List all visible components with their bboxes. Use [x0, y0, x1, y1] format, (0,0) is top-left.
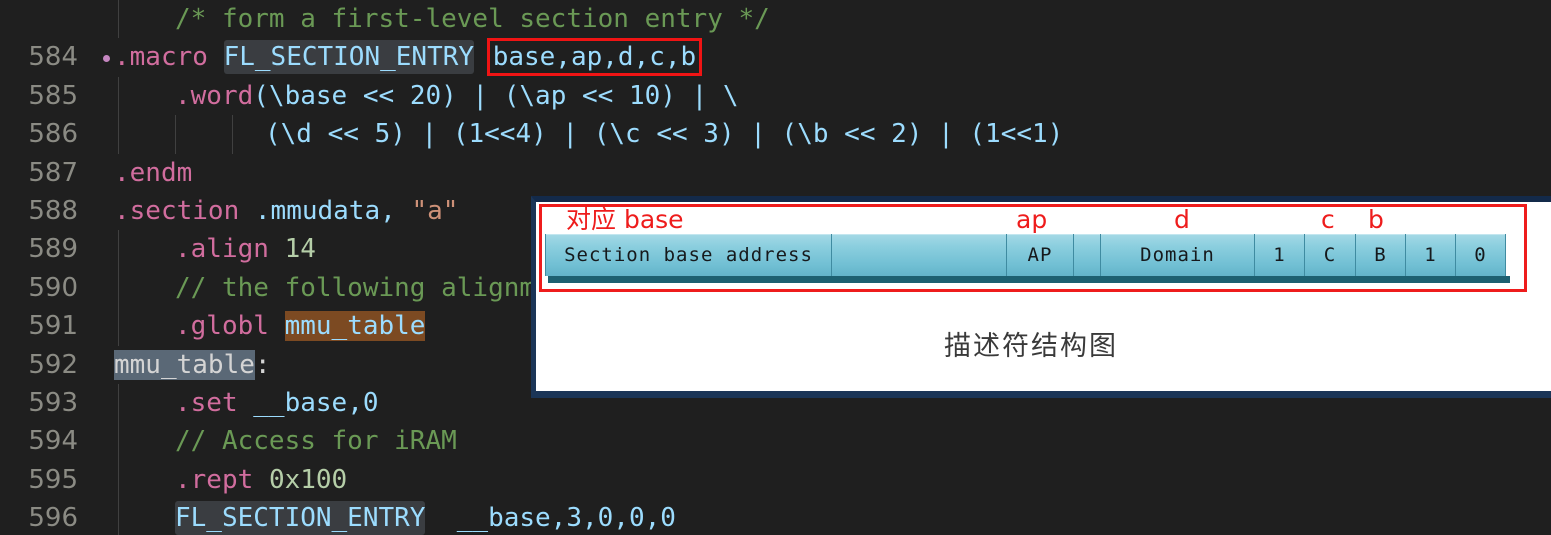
code-line-text: FL_SECTION_ENTRY __base,3,0,0,0	[175, 499, 676, 535]
code-line-588[interactable]: 588 .endm	[0, 154, 1551, 226]
cell-label: AP	[1027, 244, 1053, 266]
indent-guide	[118, 268, 119, 308]
red-label-ap: ap	[1016, 205, 1048, 234]
code-line-text: /* form a first-level section entry */	[175, 0, 770, 38]
indent-guide	[118, 499, 119, 535]
comment-token: // Access for iRAM	[175, 426, 457, 457]
indent-guide	[118, 230, 119, 269]
breakpoint-dot-icon[interactable]	[103, 55, 110, 63]
cell-label: B	[1374, 244, 1387, 266]
label-colon: :	[254, 349, 271, 380]
directive-endm: .endm	[114, 157, 193, 188]
cell-label: Domain	[1140, 244, 1215, 266]
indent-guide	[118, 307, 119, 346]
word-expression: (\base << 20) | (\ap << 10) | \	[253, 80, 739, 111]
indent-guide	[175, 115, 176, 154]
indent-guide	[118, 460, 119, 500]
directive-word: .word	[175, 80, 254, 111]
descriptor-cell-bit-1b: 1	[1406, 234, 1456, 276]
code-line-586[interactable]: 586 .word(\base << 20) | (\ap << 10) | \	[0, 76, 1551, 149]
label-mmu-table[interactable]: mmu_table	[114, 349, 255, 380]
descriptor-cell-empty-1	[832, 234, 1007, 276]
descriptor-cell-bit-0: 0	[1456, 234, 1506, 276]
code-line-text: (\d << 5) | (1<<4) | (\c << 3) | (\b << …	[265, 115, 1063, 153]
indent-guide	[118, 384, 119, 423]
code-line-587[interactable]: 587 (\d << 5) | (1<<4) | (\c << 3) | (\b…	[0, 115, 1551, 188]
directive-rept: .rept	[175, 464, 254, 495]
set-expression: __base,0	[253, 388, 379, 418]
descriptor-cell-c: C	[1305, 234, 1356, 276]
directive-set: .set	[175, 388, 238, 418]
descriptor-cell-b: B	[1356, 234, 1406, 276]
code-line-text: .align 14	[175, 230, 316, 268]
indent-guide	[118, 76, 119, 116]
descriptor-cell-domain: Domain	[1101, 234, 1255, 276]
section-flags: "a"	[411, 196, 459, 226]
symbol-mmu-table-occurrence[interactable]: mmu_table	[284, 311, 426, 342]
descriptor-cell-bit-1a: 1	[1255, 234, 1305, 276]
indent-guide	[232, 115, 233, 154]
directive-macro: .macro	[114, 42, 208, 73]
code-line-text: mmu_table:	[114, 346, 271, 384]
cell-label: Section base address	[564, 244, 813, 266]
word-expression-cont: (\d << 5) | (1<<4) | (\c << 3) | (\b << …	[265, 119, 1064, 150]
code-line-text: .word(\base << 20) | (\ap << 10) | \	[175, 77, 739, 115]
red-label-c: c	[1321, 205, 1335, 234]
section-name: .mmudata,	[254, 196, 396, 226]
screenshot-root: 584 /* form a first-level section entry …	[0, 0, 1551, 535]
descriptor-field-row: Section base address AP Domain 1 C B 1 0	[545, 234, 1506, 276]
descriptor-cell-empty-2	[1074, 234, 1101, 276]
directive-section: .section	[114, 196, 240, 226]
red-label-base: 对应 base	[566, 205, 684, 234]
code-line-text: .macro FL_SECTION_ENTRY base,ap,d,c,b	[114, 38, 703, 77]
code-line-595[interactable]: 595 // Access for iRAM	[0, 422, 1551, 495]
descriptor-row-shadow	[548, 276, 1510, 283]
code-line-text: .set __base,0	[175, 384, 379, 422]
descriptor-cell-ap: AP	[1007, 234, 1074, 276]
code-line-text: .endm	[114, 154, 192, 192]
macro-invocation-FL_SECTION_ENTRY[interactable]: FL_SECTION_ENTRY	[175, 501, 426, 535]
code-line-text: .rept 0x100	[175, 461, 347, 499]
align-value: 14	[284, 234, 316, 265]
rept-count: 0x100	[268, 464, 348, 495]
red-label-d: d	[1174, 205, 1190, 234]
code-line-596[interactable]: 596 .rept 0x100	[0, 460, 1551, 533]
directive-align: .align	[175, 234, 269, 265]
directive-globl: .globl	[175, 311, 269, 342]
cell-label: 1	[1424, 244, 1437, 266]
code-line-585[interactable]: 585 .macro FL_SECTION_ENTRY base,ap,d,c,…	[0, 38, 1551, 111]
comment-token: /* form a first-level section entry */	[175, 4, 770, 34]
code-line-text: .globl mmu_table	[175, 307, 426, 345]
cell-label: 0	[1474, 244, 1487, 266]
code-line-597[interactable]: 597 FL_SECTION_ENTRY __base,3,0,0,0	[0, 499, 1551, 535]
descriptor-diagram-overlay: 对应 base ap d c b Section base address AP…	[531, 196, 1551, 398]
overlay-inner: 对应 base ap d c b Section base address AP…	[536, 202, 1551, 391]
indent-guide	[118, 422, 119, 461]
descriptor-cell-section-base-address: Section base address	[545, 234, 832, 276]
macro-name-FL_SECTION_ENTRY[interactable]: FL_SECTION_ENTRY	[223, 40, 475, 75]
code-line-584[interactable]: 584 /* form a first-level section entry …	[0, 0, 1551, 72]
code-line-text: // Access for iRAM	[175, 422, 457, 460]
code-line-text: // the following alignm	[175, 269, 535, 307]
code-line-text: .section .mmudata, "a"	[114, 192, 458, 230]
comment-token: // the following alignm	[175, 272, 536, 303]
diagram-caption: 描述符结构图	[944, 331, 1118, 362]
macro-invocation-args: __base,3,0,0,0	[456, 503, 676, 534]
indent-guide	[118, 0, 119, 39]
indent-guide	[118, 115, 119, 154]
cell-label: 1	[1273, 244, 1286, 266]
cell-label: C	[1323, 244, 1337, 266]
red-label-b: b	[1368, 205, 1384, 234]
macro-args-annotated: base,ap,d,c,b	[486, 38, 703, 77]
